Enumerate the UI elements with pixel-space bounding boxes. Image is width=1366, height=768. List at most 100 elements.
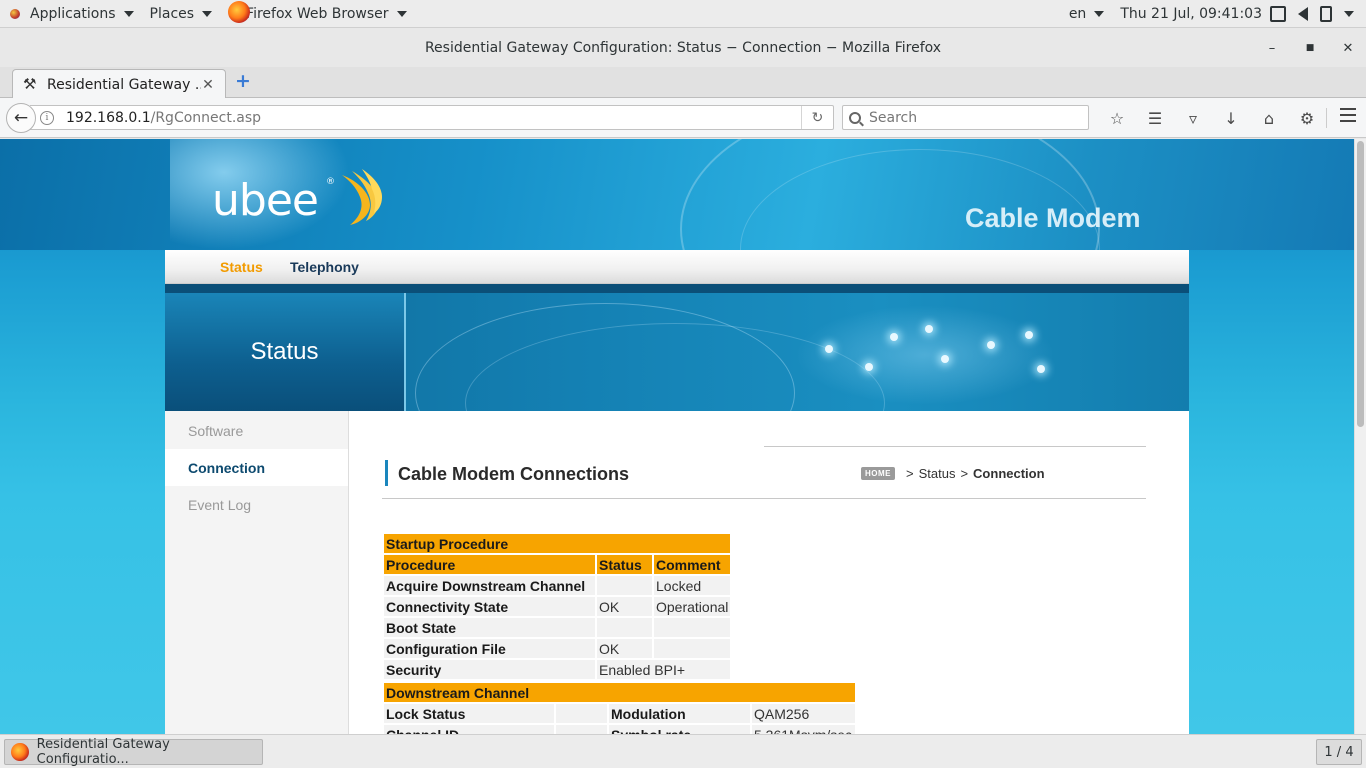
breadcrumb-home[interactable]: HOME (861, 467, 895, 480)
search-placeholder: Search (869, 109, 918, 126)
row-label: Symbol rate (609, 725, 750, 734)
column-header: Procedure (384, 555, 595, 574)
table-row: Channel ID Symbol rate 5.361Msym/sec (384, 725, 855, 734)
breadcrumb-separator: > (960, 466, 969, 481)
page-header: ubee ® Cable Modem (0, 139, 1354, 250)
breadcrumb-separator: > (906, 466, 914, 481)
applications-label: Applications (30, 5, 116, 22)
applications-icon (8, 7, 22, 21)
row-value (556, 704, 607, 723)
row-comment-value: BPI+ (654, 661, 686, 678)
logo-registered-mark: ® (326, 177, 335, 187)
clock[interactable]: Thu 21 Jul, 09:41:03 (1112, 0, 1270, 28)
system-tray[interactable] (1270, 5, 1366, 22)
content-frame: Status Telephony Status Software Connect… (165, 250, 1189, 734)
extension-icon[interactable]: ⚙ (1288, 109, 1326, 128)
maximize-button[interactable]: ■ (1304, 43, 1316, 53)
table-title: Startup Procedure (384, 534, 731, 553)
scrollbar[interactable] (1354, 139, 1366, 734)
window-title: Residential Gateway Configuration: Statu… (424, 40, 942, 56)
bookmarks-list-icon[interactable]: ☰ (1136, 109, 1174, 128)
sidebar-item-connection[interactable]: Connection (165, 449, 348, 486)
table-row: Acquire Downstream Channel Locked (384, 576, 731, 595)
row-label: Acquire Downstream Channel (384, 576, 595, 595)
taskbar-window-firefox[interactable]: Residential Gateway Configuratio... (4, 737, 263, 767)
taskbar-window-label: Residential Gateway Configuratio... (36, 737, 170, 767)
row-status: Enabled BPI+ (597, 660, 731, 679)
close-tab-icon[interactable]: ✕ (201, 77, 215, 93)
sidebar-item-software[interactable]: Software (165, 412, 348, 449)
row-label: Security (384, 660, 595, 679)
url-bar[interactable]: i 192.168.0.1/RgConnect.asp ↻ (30, 105, 834, 130)
breadcrumb-status: Status (918, 466, 956, 481)
new-tab-button[interactable]: + (234, 72, 252, 91)
divider (382, 498, 1146, 499)
row-status: OK (597, 597, 652, 616)
chevron-down-icon (1094, 10, 1105, 17)
row-label: Connectivity State (384, 597, 595, 616)
page-viewport: ubee ® Cable Modem Status Telephony Stat… (0, 139, 1354, 734)
window-titlebar: Residential Gateway Configuration: Statu… (0, 29, 1366, 67)
pocket-icon[interactable]: ▿ (1174, 109, 1212, 128)
sidebar-item-event-log[interactable]: Event Log (165, 486, 348, 523)
close-button[interactable]: ✕ (1342, 41, 1354, 56)
tab-title: Residential Gateway ... (47, 76, 201, 93)
row-status-value: Enabled (599, 661, 651, 678)
row-value: 5.361Msym/sec (752, 725, 855, 734)
breadcrumb: HOME > Status > Connection (861, 466, 1045, 481)
reload-icon[interactable]: ↻ (801, 106, 833, 129)
row-status (597, 576, 652, 595)
row-comment: Operational (654, 597, 731, 616)
home-icon[interactable]: ⌂ (1250, 109, 1288, 128)
bookmark-star-icon[interactable]: ☆ (1098, 109, 1136, 128)
main-content: Cable Modem Connections HOME > Status > … (349, 411, 1189, 734)
hamburger-menu-icon[interactable] (1340, 108, 1356, 122)
row-status: OK (597, 639, 652, 658)
gnome-top-bar: Applications Places Firefox Web Browser … (0, 0, 1366, 28)
scrollbar-thumb[interactable] (1357, 141, 1364, 427)
table-row: Configuration File OK (384, 639, 731, 658)
page-title: Cable Modem Connections (398, 464, 630, 484)
column-header: Status (597, 555, 652, 574)
row-comment: Locked (654, 576, 731, 595)
status-banner: Status (165, 293, 1189, 411)
tab-strip: Residential Gateway ... ✕ (0, 67, 1366, 99)
downloads-icon[interactable]: ↓ (1212, 109, 1250, 128)
fish-logo-icon (342, 169, 382, 225)
row-label: Modulation (609, 704, 750, 723)
tab-residential-gateway[interactable]: Residential Gateway ... ✕ (12, 69, 226, 99)
nav-status[interactable]: Status (220, 259, 263, 275)
back-arrow-icon: ← (13, 108, 29, 128)
product-title: Cable Modem (965, 203, 1141, 233)
url-host: 192.168.0.1 (66, 109, 151, 126)
search-input[interactable]: Search (842, 105, 1089, 130)
places-menu[interactable]: Places (142, 0, 221, 28)
site-info-icon[interactable]: i (40, 110, 54, 125)
workspace-indicator[interactable]: 1 / 4 (1316, 739, 1362, 765)
row-label: Boot State (384, 618, 595, 637)
firefox-icon (11, 743, 29, 761)
chevron-down-icon (123, 10, 134, 17)
tools-icon (23, 76, 39, 93)
language-selector[interactable]: en (1061, 0, 1113, 28)
section-accent-bar (385, 460, 388, 486)
window-list-bar: Residential Gateway Configuratio... 1 / … (0, 734, 1366, 768)
table-row: Security Enabled BPI+ (384, 660, 731, 679)
applications-menu[interactable]: Applications (0, 0, 142, 28)
side-nav: Software Connection Event Log (165, 411, 349, 734)
startup-procedure-table: Startup Procedure Procedure Status Comme… (382, 532, 732, 681)
firefox-icon (228, 0, 251, 23)
back-button[interactable]: ← (6, 103, 36, 133)
app-menu-firefox[interactable]: Firefox Web Browser (220, 0, 415, 28)
volume-icon (1298, 6, 1308, 21)
nav-telephony[interactable]: Telephony (290, 259, 359, 275)
row-value (556, 725, 607, 734)
downstream-channel-table: Downstream Channel Lock Status Modulatio… (382, 681, 857, 734)
navigation-toolbar: i 192.168.0.1/RgConnect.asp ↻ ← Search ☆… (0, 98, 1366, 138)
language-label: en (1068, 5, 1087, 22)
table-row: Lock Status Modulation QAM256 (384, 704, 855, 723)
url-path: /RgConnect.asp (150, 109, 262, 126)
world-map-graphic (795, 305, 1055, 405)
nav-divider (165, 284, 1189, 293)
minimize-button[interactable]: – (1266, 41, 1278, 56)
